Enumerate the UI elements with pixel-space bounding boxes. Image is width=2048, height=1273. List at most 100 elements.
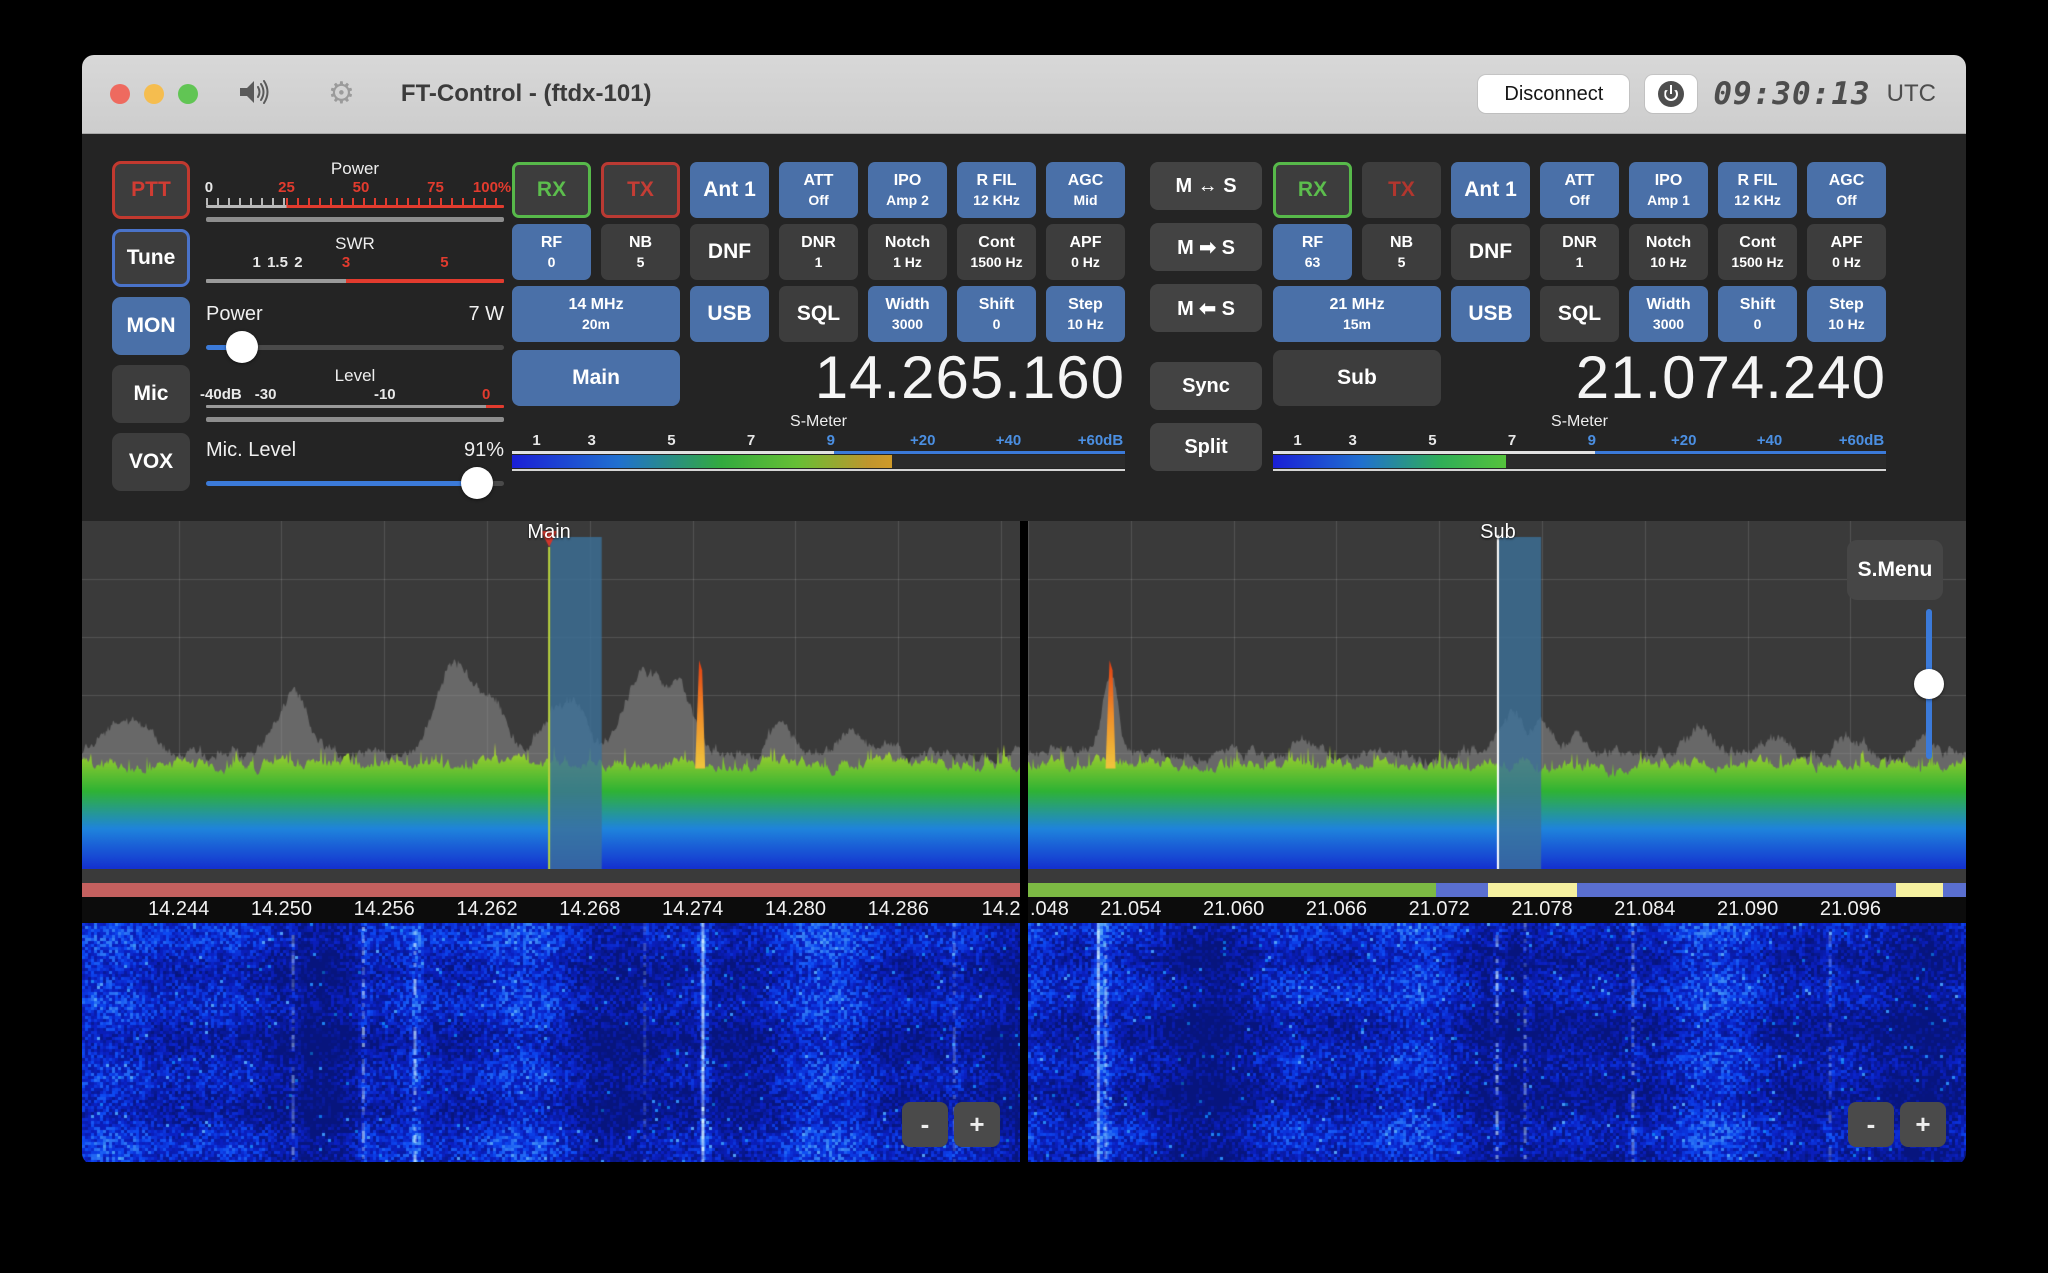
minimize-button[interactable] (144, 84, 164, 104)
main-tx-button[interactable]: TX (601, 162, 680, 218)
main-waterfall-zoom-out-button[interactable]: - (902, 1102, 948, 1147)
main-swap-sub-button[interactable]: M ↔ S (1150, 162, 1262, 210)
sub-band-button[interactable]: 21 MHz 15m (1273, 286, 1441, 342)
frequency-axes: 14.244 14.250 14.256 14.262 14.268 14.274 14.2… (82, 897, 1966, 923)
main-dnf-button[interactable]: DNF (690, 224, 769, 280)
band-plan-segment (82, 883, 1020, 897)
button-label: Notch (884, 234, 931, 252)
sub-notch-button[interactable]: Notch 10 Hz (1629, 224, 1708, 280)
sub-att-button[interactable]: ATT Off (1540, 162, 1619, 218)
main-dnr-button[interactable]: DNR 1 (779, 224, 858, 280)
sub-noise-blanker-button[interactable]: NB 5 (1362, 224, 1441, 280)
sub-shift-button[interactable]: Shift 0 (1718, 286, 1797, 342)
power-button[interactable] (1645, 75, 1698, 113)
power-slider-thumb[interactable] (225, 330, 258, 363)
main-band-button[interactable]: 14 MHz 20m (512, 286, 680, 342)
sub-contour-button[interactable]: Cont 1500 Hz (1718, 224, 1797, 280)
main-att-button[interactable]: ATT Off (779, 162, 858, 218)
speaker-icon[interactable] (238, 78, 270, 111)
main-rx-button[interactable]: RX (512, 162, 591, 218)
frequency-tick-label: 21.096 (1819, 898, 1882, 920)
sub-waterfall-display[interactable] (1028, 923, 1966, 1162)
main-roofing-filter-button[interactable]: R FIL 12 KHz (957, 162, 1036, 218)
band-plan-segment (1895, 883, 1943, 897)
main-rf-gain-button[interactable]: RF 0 (512, 224, 591, 280)
button-value: 1 Hz (893, 253, 922, 270)
sub-apf-button[interactable]: APF 0 Hz (1807, 224, 1886, 280)
ptt-button[interactable]: PTT (112, 161, 190, 219)
sub-rx-button[interactable]: RX (1273, 162, 1352, 218)
level-meter: Level -40dB -30 -10 0 (200, 366, 504, 422)
main-to-sub-button[interactable]: M ➡ S (1150, 223, 1262, 271)
sub-dnf-button[interactable]: DNF (1451, 224, 1530, 280)
button-value: 20m (581, 315, 611, 332)
s-meter-tick: +60dB (1838, 432, 1885, 449)
frequency-tick-label: 14.256 (353, 898, 415, 920)
split-button[interactable]: Split (1150, 423, 1262, 471)
main-mode-button[interactable]: USB (690, 286, 769, 342)
sub-rf-gain-button[interactable]: RF 63 (1273, 224, 1352, 280)
sub-frequency-display[interactable]: 21.074.240 (1441, 348, 1886, 408)
sub-antenna-button[interactable]: Ant 1 (1451, 162, 1530, 218)
sub-agc-button[interactable]: AGC Off (1807, 162, 1886, 218)
main-agc-button[interactable]: AGC Mid (1046, 162, 1125, 218)
sub-ipo-button[interactable]: IPO Amp 1 (1629, 162, 1708, 218)
main-shift-button[interactable]: Shift 0 (957, 286, 1036, 342)
sub-waterfall-zoom-out-button[interactable]: - (1848, 1102, 1894, 1147)
button-value: 10 Hz (1067, 315, 1104, 332)
sub-width-button[interactable]: Width 3000 (1629, 286, 1708, 342)
sub-dnr-button[interactable]: DNR 1 (1540, 224, 1619, 280)
button-value: 63 (1304, 253, 1321, 270)
sub-tx-button[interactable]: TX (1362, 162, 1441, 218)
sub-spectrum-display[interactable] (1028, 521, 1966, 869)
sub-to-main-button[interactable]: M ⬅ S (1150, 284, 1262, 332)
power-meter: Power 0 25 50 75 100% (205, 159, 511, 222)
main-apf-button[interactable]: APF 0 Hz (1046, 224, 1125, 280)
main-waterfall-display[interactable] (82, 923, 1020, 1162)
button-label: NB (1389, 234, 1414, 252)
sub-step-button[interactable]: Step 10 Hz (1807, 286, 1886, 342)
mic-level-slider[interactable] (206, 466, 504, 499)
disconnect-button[interactable]: Disconnect (1478, 75, 1630, 113)
mic-level-slider-thumb[interactable] (461, 466, 494, 499)
tune-button[interactable]: Tune (112, 229, 190, 287)
button-label: R FIL (1737, 172, 1778, 190)
s-meter-tick: 3 (1348, 432, 1357, 449)
vox-button[interactable]: VOX (112, 433, 190, 491)
sub-squelch-button[interactable]: SQL (1540, 286, 1619, 342)
main-ipo-button[interactable]: IPO Amp 2 (868, 162, 947, 218)
main-vfo-button[interactable]: Main (512, 350, 680, 406)
meter-scale-label: -30 (254, 386, 277, 403)
button-label: ATT (1564, 172, 1595, 190)
main-squelch-button[interactable]: SQL (779, 286, 858, 342)
meter-scale-label: 2 (294, 253, 303, 271)
sub-roofing-filter-button[interactable]: R FIL 12 KHz (1718, 162, 1797, 218)
settings-gear-icon[interactable]: ⚙ (328, 79, 355, 109)
close-button[interactable] (110, 84, 130, 104)
sub-waterfall-zoom-in-button[interactable]: + (1900, 1102, 1946, 1147)
s-menu-button[interactable]: S.Menu (1847, 540, 1943, 600)
sub-vfo-button[interactable]: Sub (1273, 350, 1441, 406)
mon-button[interactable]: MON (112, 297, 190, 355)
main-frequency-display[interactable]: 14.265.160 (680, 348, 1125, 408)
zoom-button[interactable] (178, 84, 198, 104)
main-step-button[interactable]: Step 10 Hz (1046, 286, 1125, 342)
main-noise-blanker-button[interactable]: NB 5 (601, 224, 680, 280)
main-notch-button[interactable]: Notch 1 Hz (868, 224, 947, 280)
mic-button[interactable]: Mic (112, 365, 190, 423)
button-value: 0 Hz (1832, 253, 1861, 270)
button-label: USB (1468, 301, 1513, 325)
main-antenna-button[interactable]: Ant 1 (690, 162, 769, 218)
frequency-tick-label: 14.274 (662, 898, 724, 920)
main-width-button[interactable]: Width 3000 (868, 286, 947, 342)
scope-level-slider-thumb[interactable] (1914, 669, 1944, 699)
power-slider[interactable] (206, 330, 504, 363)
main-waterfall-zoom-in-button[interactable]: + (954, 1102, 1000, 1147)
button-label: IPO (893, 172, 922, 190)
button-label: RF (1301, 234, 1324, 252)
sync-button[interactable]: Sync (1150, 362, 1262, 410)
main-spectrum-display[interactable] (82, 521, 1020, 869)
main-contour-button[interactable]: Cont 1500 Hz (957, 224, 1036, 280)
sub-mode-button[interactable]: USB (1451, 286, 1530, 342)
meter-scale-label: 1.5 (267, 253, 288, 271)
